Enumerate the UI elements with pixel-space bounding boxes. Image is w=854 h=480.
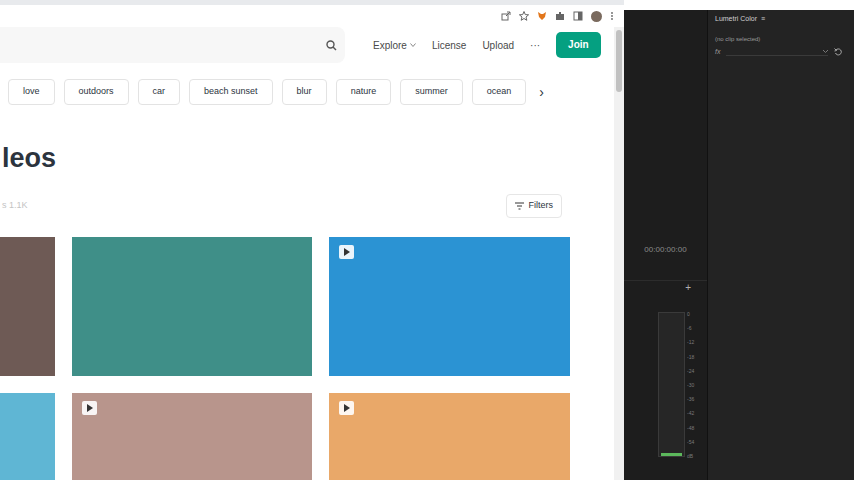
meter-label: -18 (687, 355, 694, 360)
panel-menu[interactable]: ≡ (761, 14, 765, 25)
program-panel: 00:00:00:00 + 0 -6 -12 -18 -24 -30 -36 -42 -48 -5… (624, 10, 707, 480)
media-card[interactable] (72, 393, 312, 480)
kebab-icon[interactable] (610, 11, 614, 21)
clip-status: (no clip selected) (708, 35, 854, 44)
site-header: Explore License Upload ··· Join (0, 27, 614, 63)
tag-chip[interactable]: beach sunset (189, 79, 273, 105)
tag-chip[interactable]: ocean (472, 79, 527, 105)
media-card[interactable] (72, 237, 312, 376)
sidepanel-icon[interactable] (573, 11, 583, 21)
media-card[interactable] (0, 237, 55, 376)
meter-label: -42 (687, 411, 694, 416)
share-icon[interactable] (501, 11, 511, 21)
nav-item[interactable]: License (432, 38, 466, 53)
play-triangle-icon (87, 404, 93, 412)
tag-chip[interactable]: summer (400, 79, 463, 105)
meter-label: 0 (687, 312, 694, 317)
add-button[interactable]: + (685, 283, 691, 293)
play-triangle-icon (344, 248, 350, 256)
nav-item[interactable]: Explore (373, 38, 416, 53)
fx-label: fx (715, 47, 720, 58)
avatar-icon[interactable] (591, 11, 602, 22)
effect-dropdown[interactable] (726, 47, 828, 56)
meter-track (658, 312, 685, 457)
page-heading: leos (0, 145, 614, 172)
star-icon[interactable] (519, 11, 529, 21)
audio-meter: 0 -6 -12 -18 -24 -30 -36 -42 -48 -54 dB (658, 312, 707, 459)
meter-label: dB (687, 454, 694, 459)
panel-title[interactable]: Lumetri Color (715, 14, 757, 25)
result-count: s 1.1K (0, 199, 28, 213)
nav-label[interactable]: Upload (482, 38, 514, 53)
media-card[interactable] (329, 393, 570, 480)
site-nav: Explore License Upload ··· Join (373, 32, 601, 58)
meter-label: -30 (687, 383, 694, 388)
timecode: 00:00:00:00 (624, 10, 707, 256)
search-icon[interactable] (326, 40, 337, 51)
puzzle-icon[interactable] (555, 11, 565, 21)
play-icon (339, 401, 354, 415)
meter-scale: 0 -6 -12 -18 -24 -30 -36 -42 -48 -54 dB (687, 312, 694, 459)
meter-label: -12 (687, 340, 694, 345)
premiere-window: 00:00:00:00 + 0 -6 -12 -18 -24 -30 -36 -42 -48 -5… (624, 0, 854, 480)
nav-item[interactable]: ··· (530, 38, 540, 53)
nav-label[interactable]: ··· (530, 38, 540, 53)
nav-item[interactable]: Upload (482, 38, 514, 53)
tags-next-button[interactable]: › (539, 85, 544, 99)
results-bar: s 1.1K Filters (0, 194, 614, 218)
media-card[interactable] (329, 237, 570, 376)
tag-chip[interactable]: nature (336, 79, 392, 105)
meter-fill (661, 453, 682, 456)
panel-header: Lumetri Color ≡ (708, 10, 854, 25)
tag-chip[interactable]: love (8, 79, 55, 105)
nav-label[interactable]: License (432, 38, 466, 53)
nav-label[interactable]: Explore (373, 38, 407, 53)
fx-row: fx (708, 47, 854, 58)
button-row: + (624, 280, 707, 294)
tab-strip (0, 0, 624, 5)
play-triangle-icon (344, 404, 350, 412)
tag-chip[interactable]: blur (282, 79, 327, 105)
tag-chip[interactable]: outdoors (64, 79, 129, 105)
browser-toolbar (0, 5, 624, 27)
media-grid (0, 237, 614, 480)
tag-row: love outdoors car beach sunset blur nature sum… (0, 79, 614, 105)
meter-label: -24 (687, 369, 694, 374)
play-icon (82, 401, 97, 415)
nav-label[interactable]: Join (568, 39, 589, 50)
fox-icon[interactable] (537, 11, 547, 21)
page-content: Explore License Upload ··· Join love outdoors… (0, 27, 614, 480)
filters-button[interactable]: Filters (506, 194, 563, 218)
filter-icon (515, 202, 524, 210)
reset-icon[interactable] (834, 48, 842, 56)
meter-label: -48 (687, 426, 694, 431)
meter-label: -54 (687, 440, 694, 445)
chevron-icon (823, 49, 828, 53)
play-icon (339, 245, 354, 259)
tag-chip[interactable]: car (138, 79, 181, 105)
lumetri-panel: Lumetri Color ≡ (no clip selected) fx (707, 10, 854, 480)
scrollbar[interactable] (614, 27, 624, 480)
media-card[interactable] (0, 393, 55, 480)
scrollbar-thumb[interactable] (616, 30, 622, 92)
caret-icon (410, 43, 416, 47)
meter-label: -36 (687, 397, 694, 402)
browser-window: Explore License Upload ··· Join love outdoors… (0, 0, 624, 480)
join-button[interactable]: Join (556, 32, 601, 58)
meter-label: -6 (687, 326, 694, 331)
search-field[interactable] (0, 27, 345, 63)
